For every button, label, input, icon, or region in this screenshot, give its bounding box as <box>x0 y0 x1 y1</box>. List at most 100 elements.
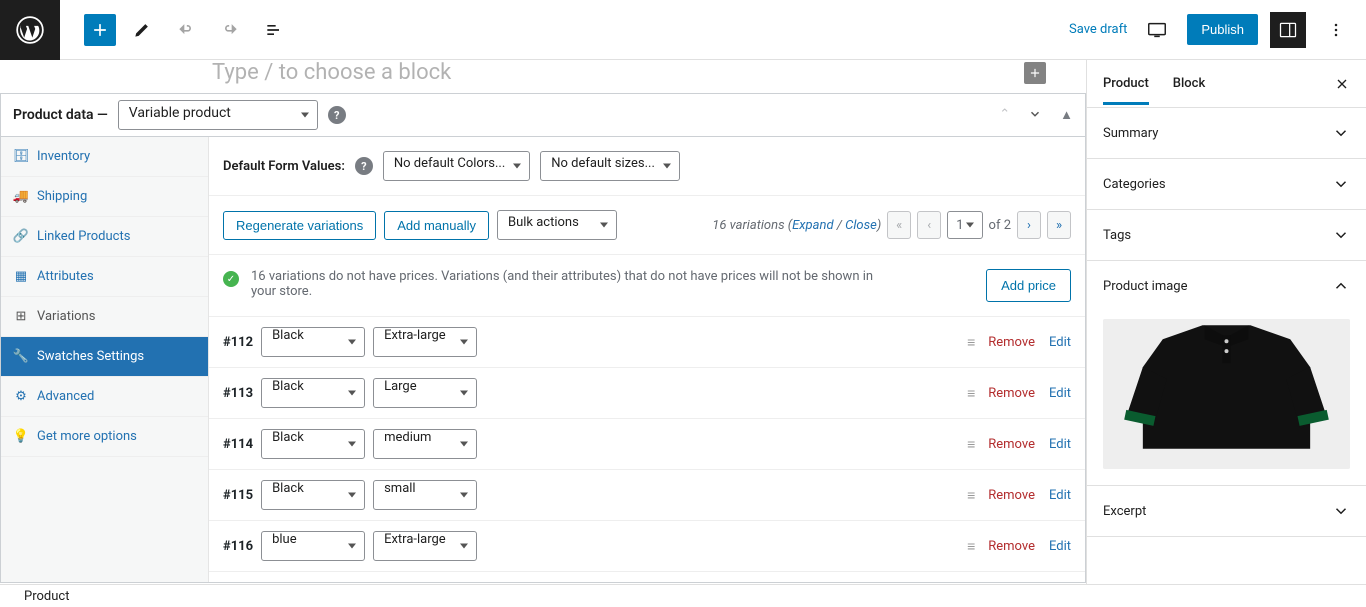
expand-link[interactable]: Expand <box>792 218 833 233</box>
preview-icon[interactable] <box>1139 12 1175 48</box>
drag-handle-icon[interactable]: ≡ <box>967 538 974 555</box>
tab-more-label: Get more options <box>37 429 137 444</box>
edit-variation-link[interactable]: Edit <box>1049 488 1071 503</box>
tab-variations[interactable]: ⊞Variations <box>1 297 208 337</box>
remove-variation-link[interactable]: Remove <box>988 488 1035 503</box>
publish-button[interactable]: Publish <box>1187 14 1258 45</box>
wrench-icon: 🔧 <box>13 349 29 364</box>
tab-shipping[interactable]: 🚚Shipping <box>1 177 208 217</box>
status-bar-breadcrumb[interactable]: Product <box>24 589 69 604</box>
metabox-arrows: ⌃ ▲ <box>999 107 1073 123</box>
edit-variation-link[interactable]: Edit <box>1049 335 1071 350</box>
variation-size-value: Large <box>384 379 417 394</box>
edit-variation-link[interactable]: Edit <box>1049 386 1071 401</box>
drag-handle-icon[interactable]: ≡ <box>967 436 974 453</box>
tab-inventory[interactable]: 🗄Inventory <box>1 137 208 177</box>
add-block-button[interactable] <box>84 14 116 46</box>
tab-swatches-settings[interactable]: 🔧Swatches Settings <box>1 337 208 377</box>
last-page-button[interactable]: » <box>1047 211 1071 239</box>
variation-row[interactable]: #113 Black Large ≡ Remove Edit <box>209 368 1085 419</box>
add-price-button[interactable]: Add price <box>986 269 1071 302</box>
panel-categories[interactable]: Categories <box>1087 159 1366 210</box>
regenerate-variations-button[interactable]: Regenerate variations <box>223 211 376 240</box>
move-down-icon[interactable] <box>1028 107 1042 123</box>
remove-variation-link[interactable]: Remove <box>988 335 1035 350</box>
panel-product-image[interactable]: Product image <box>1087 261 1366 486</box>
drag-handle-icon[interactable]: ≡ <box>967 385 974 402</box>
product-image-thumbnail[interactable] <box>1103 319 1350 469</box>
move-up-icon[interactable]: ⌃ <box>999 107 1010 123</box>
edit-variation-link[interactable]: Edit <box>1049 437 1071 452</box>
save-draft-link[interactable]: Save draft <box>1069 22 1127 37</box>
first-page-button[interactable]: « <box>887 211 911 239</box>
tab-variations-label: Variations <box>37 309 95 324</box>
settings-sidebar-toggle[interactable] <box>1270 12 1306 48</box>
variation-actions: ≡ Remove Edit <box>967 334 1071 351</box>
variation-color-select[interactable]: Black <box>261 429 365 459</box>
help-icon[interactable]: ? <box>355 157 373 175</box>
variation-color-select[interactable]: Black <box>261 327 365 357</box>
variation-row[interactable]: #115 Black small ≡ Remove Edit <box>209 470 1085 521</box>
variation-row[interactable]: #112 Black Extra-large ≡ Remove Edit <box>209 317 1085 368</box>
default-colors-select[interactable]: No default Colors... <box>383 151 530 181</box>
collapse-metabox-icon[interactable]: ▲ <box>1060 107 1073 123</box>
more-options-icon[interactable] <box>1318 12 1354 48</box>
remove-variation-link[interactable]: Remove <box>988 539 1035 554</box>
product-type-select[interactable]: Variable product <box>118 100 318 130</box>
tab-advanced[interactable]: ⚙Advanced <box>1 377 208 417</box>
default-sizes-value: No default sizes... <box>551 156 655 171</box>
help-icon[interactable]: ? <box>328 106 346 124</box>
variation-size-select[interactable]: Extra-large <box>373 531 477 561</box>
variation-id: #113 <box>223 386 253 401</box>
variation-size-select[interactable]: Large <box>373 378 477 408</box>
drag-handle-icon[interactable]: ≡ <box>967 487 974 504</box>
variation-count: 16 variations (Expand / Close) <box>712 218 881 233</box>
variation-size-select[interactable]: small <box>373 480 477 510</box>
variation-row[interactable]: #116 blue Extra-large ≡ Remove Edit <box>209 521 1085 572</box>
next-page-button[interactable]: › <box>1017 211 1041 239</box>
remove-variation-link[interactable]: Remove <box>988 386 1035 401</box>
redo-icon[interactable] <box>212 12 248 48</box>
undo-icon[interactable] <box>168 12 204 48</box>
page-number-select[interactable]: 1 <box>947 211 982 239</box>
drag-handle-icon[interactable]: ≡ <box>967 334 974 351</box>
variation-row[interactable]: #114 Black medium ≡ Remove Edit <box>209 419 1085 470</box>
close-sidebar-icon[interactable] <box>1334 76 1350 92</box>
variation-color-select[interactable]: Black <box>261 378 365 408</box>
variations-toolbar: Regenerate variations Add manually Bulk … <box>209 196 1085 255</box>
variation-color-value: Black <box>272 328 304 343</box>
sidebar-tab-block[interactable]: Block <box>1173 62 1205 105</box>
variation-size-select[interactable]: medium <box>373 429 477 459</box>
wp-logo[interactable] <box>0 0 60 60</box>
variation-actions: ≡ Remove Edit <box>967 385 1071 402</box>
prev-page-button[interactable]: ‹ <box>917 211 941 239</box>
default-sizes-select[interactable]: No default sizes... <box>540 151 680 181</box>
outline-icon[interactable] <box>256 12 292 48</box>
panel-summary[interactable]: Summary <box>1087 108 1366 159</box>
edit-variation-link[interactable]: Edit <box>1049 539 1071 554</box>
variation-size-value: Extra-large <box>384 328 446 343</box>
sidebar-tab-product[interactable]: Product <box>1103 62 1149 105</box>
panel-tags-label: Tags <box>1103 228 1131 243</box>
edit-mode-icon[interactable] <box>124 12 160 48</box>
tab-linked-products[interactable]: 🔗Linked Products <box>1 217 208 257</box>
toolbar-right: Save draft Publish <box>1069 12 1366 48</box>
remove-variation-link[interactable]: Remove <box>988 437 1035 452</box>
bulk-actions-select[interactable]: Bulk actions <box>497 210 617 240</box>
variation-color-value: Black <box>272 430 304 445</box>
add-block-inline-icon[interactable] <box>1024 62 1046 84</box>
status-bar: Product <box>0 584 1366 607</box>
panel-excerpt[interactable]: Excerpt <box>1087 486 1366 537</box>
add-manually-button[interactable]: Add manually <box>384 211 489 240</box>
tab-get-more-options[interactable]: 💡Get more options <box>1 417 208 457</box>
variation-actions: ≡ Remove Edit <box>967 487 1071 504</box>
block-prompt[interactable]: Type / to choose a block <box>0 60 1086 93</box>
variation-color-select[interactable]: Black <box>261 480 365 510</box>
close-link[interactable]: Close <box>845 218 877 233</box>
chevron-up-icon <box>1332 277 1350 295</box>
tab-attributes[interactable]: ▦Attributes <box>1 257 208 297</box>
panel-tags[interactable]: Tags <box>1087 210 1366 261</box>
variation-color-select[interactable]: blue <box>261 531 365 561</box>
variation-size-select[interactable]: Extra-large <box>373 327 477 357</box>
panel-summary-label: Summary <box>1103 126 1158 141</box>
